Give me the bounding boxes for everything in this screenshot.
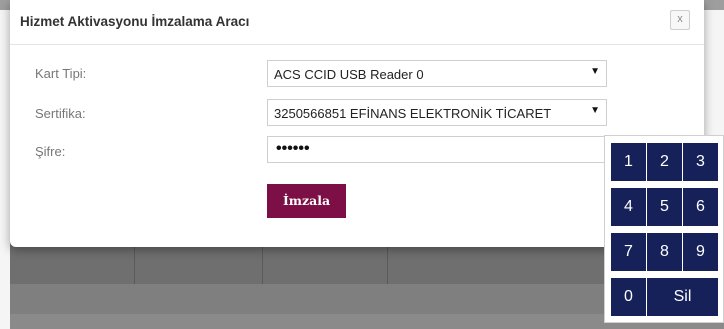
certificate-label: Sertifika: — [35, 106, 86, 121]
password-field[interactable]: •••••• — [267, 136, 607, 163]
keypad-key-1[interactable]: 1 — [611, 143, 646, 181]
password-label: Şifre: — [35, 144, 66, 159]
keypad-key-5[interactable]: 5 — [647, 188, 682, 226]
certificate-value: 3250566851 EFİNANS ELEKTRONİK TİCARET — [274, 106, 552, 121]
sign-button[interactable]: İmzala — [267, 184, 346, 218]
close-button[interactable]: x — [670, 10, 690, 30]
numeric-keypad: 1 2 3 4 5 6 7 8 9 0 Sil — [604, 135, 724, 323]
card-type-label: Kart Tipi: — [35, 66, 87, 81]
keypad-key-2[interactable]: 2 — [647, 143, 682, 181]
dialog-header: Hizmet Aktivasyonu İmzalama Aracı x — [10, 0, 704, 45]
signing-tool-dialog: Hizmet Aktivasyonu İmzalama Aracı x Kart… — [10, 0, 704, 247]
keypad-key-7[interactable]: 7 — [611, 233, 646, 271]
card-type-value: ACS CCID USB Reader 0 — [274, 67, 424, 82]
password-value: •••••• — [276, 140, 310, 157]
keypad-key-0[interactable]: 0 — [611, 278, 646, 316]
keypad-delete-button[interactable]: Sil — [647, 278, 718, 316]
keypad-key-3[interactable]: 3 — [683, 143, 718, 181]
card-type-select[interactable]: ACS CCID USB Reader 0 ▼ — [267, 60, 607, 87]
chevron-down-icon: ▼ — [590, 66, 600, 77]
keypad-key-8[interactable]: 8 — [647, 233, 682, 271]
chevron-down-icon: ▼ — [590, 105, 600, 116]
keypad-key-6[interactable]: 6 — [683, 188, 718, 226]
keypad-key-4[interactable]: 4 — [611, 188, 646, 226]
dialog-title: Hizmet Aktivasyonu İmzalama Aracı — [20, 14, 250, 29]
certificate-select[interactable]: 3250566851 EFİNANS ELEKTRONİK TİCARET ▼ — [267, 99, 607, 126]
keypad-key-9[interactable]: 9 — [683, 233, 718, 271]
